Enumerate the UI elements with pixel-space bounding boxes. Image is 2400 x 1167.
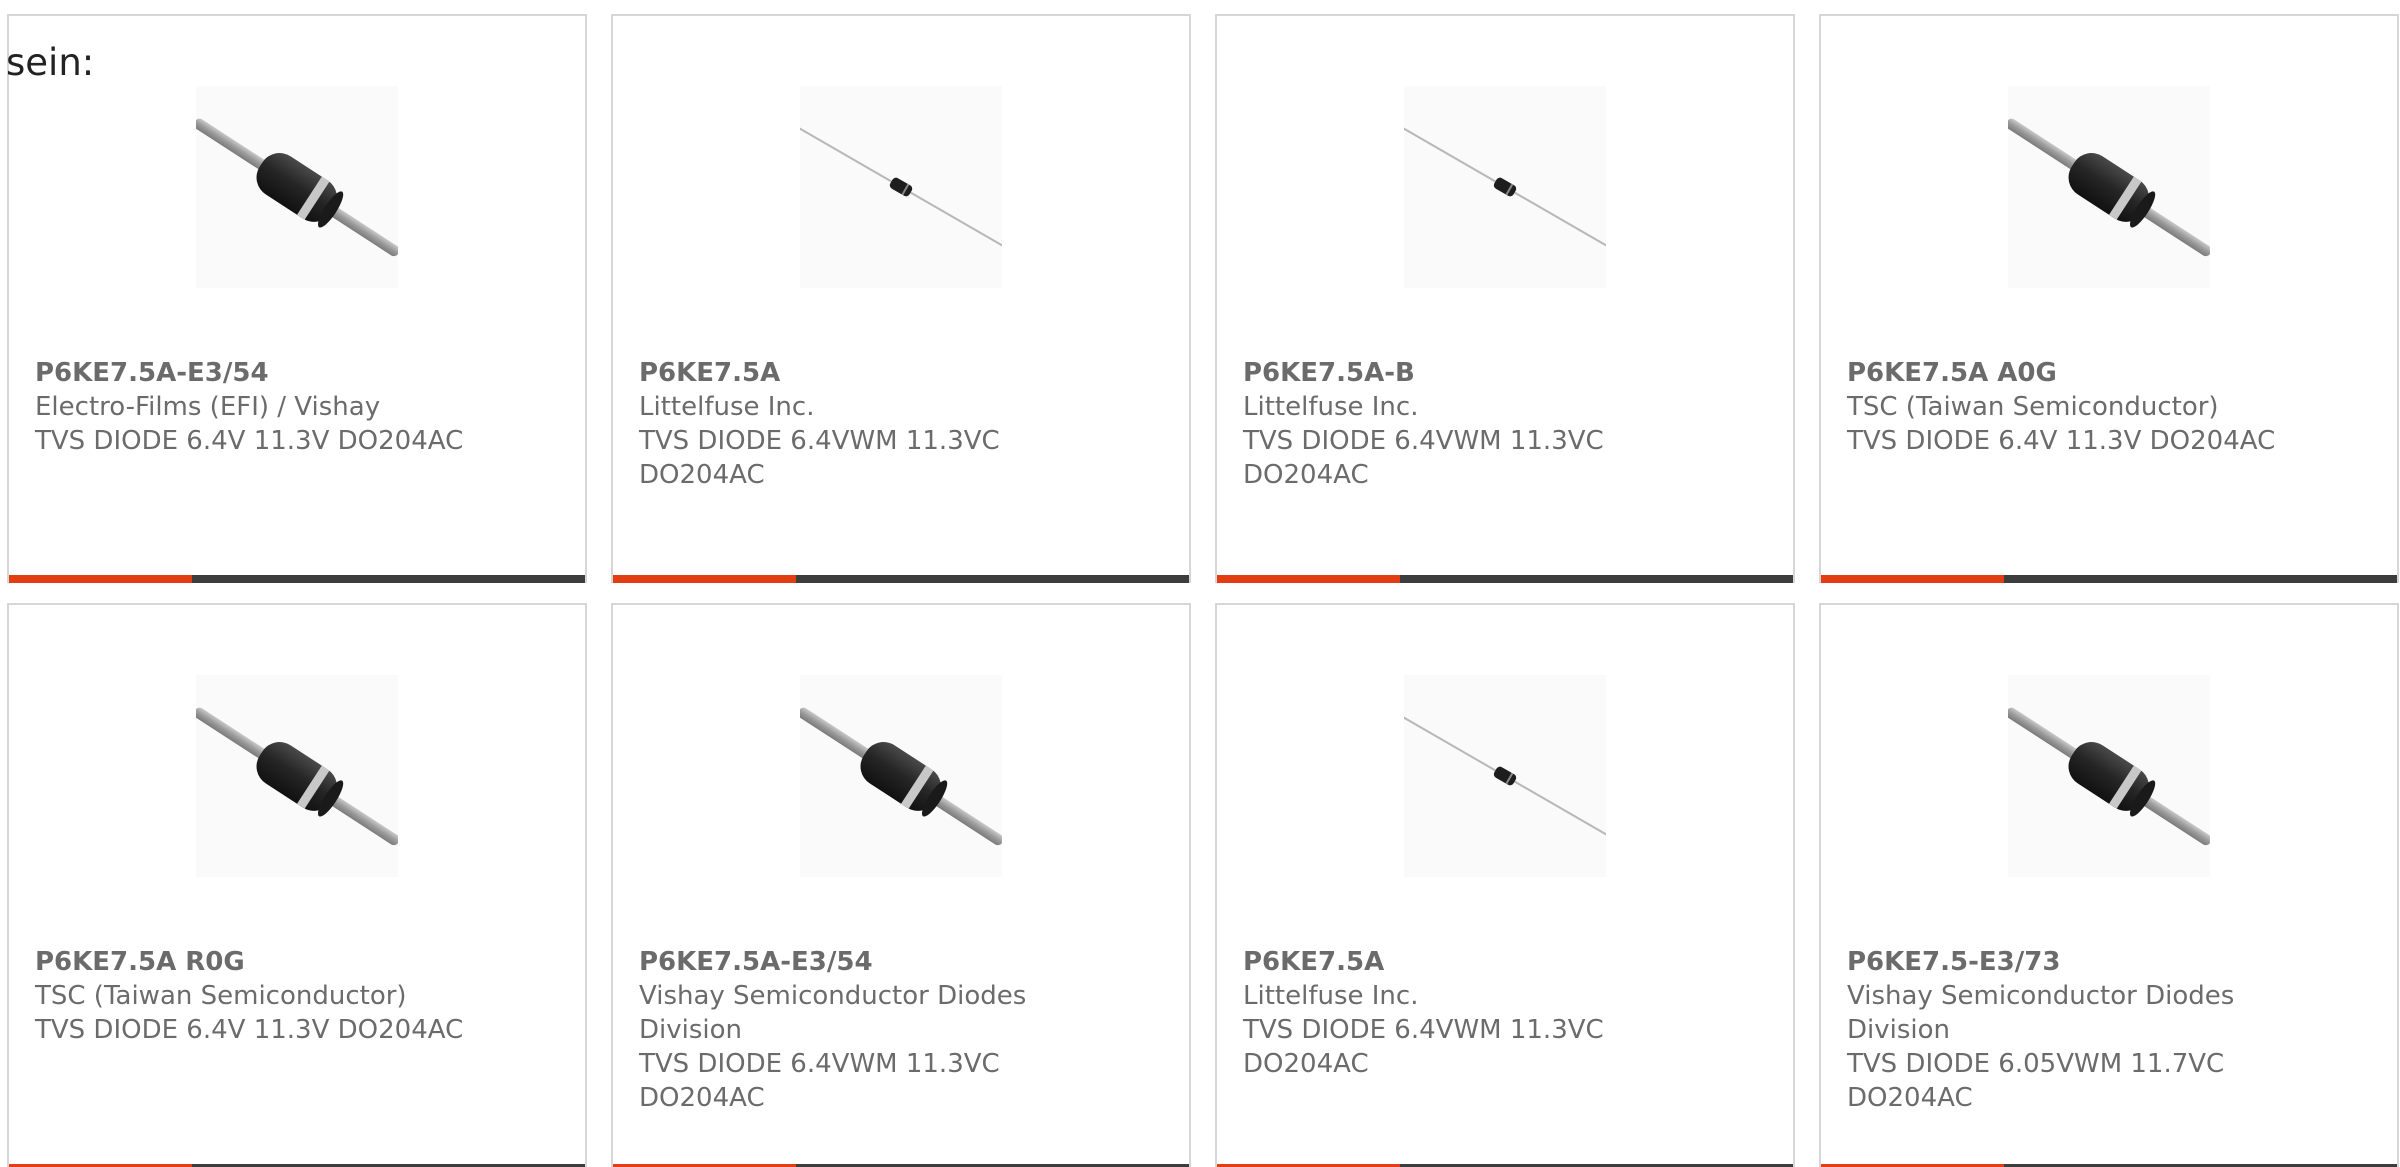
product-info: P6KE7.5A-B Littelfuse Inc. TVS DIODE 6.4… <box>1243 356 1673 492</box>
product-card[interactable]: P6KE7.5A A0G TSC (Taiwan Semiconductor) … <box>1819 14 2399 583</box>
card-bottom-bar <box>613 575 1189 583</box>
manufacturer-name: Littelfuse Inc. <box>1243 392 1419 422</box>
diode-large-image[interactable] <box>2008 86 2210 288</box>
diode-small-image[interactable] <box>800 86 1002 288</box>
product-description: TVS DIODE 6.05VWM 11.7VC DO204AC <box>1847 1049 2225 1113</box>
product-info: P6KE7.5A A0G TSC (Taiwan Semiconductor) … <box>1847 356 2277 458</box>
product-info: P6KE7.5-E3/73 Vishay Semiconductor Diode… <box>1847 945 2277 1115</box>
product-card[interactable]: P6KE7.5A Littelfuse Inc. TVS DIODE 6.4VW… <box>1215 603 1795 1167</box>
diode-large-image[interactable] <box>2008 675 2210 877</box>
card-bottom-bar <box>1217 575 1793 583</box>
product-description: TVS DIODE 6.4VWM 11.3VC DO204AC <box>1243 426 1604 490</box>
manufacturer-name: TSC (Taiwan Semiconductor) <box>35 981 407 1011</box>
card-accent-bar <box>1821 575 2004 583</box>
diode-large-image[interactable] <box>196 86 398 288</box>
part-number[interactable]: P6KE7.5A <box>1243 945 1673 979</box>
part-number[interactable]: P6KE7.5A-B <box>1243 356 1673 390</box>
card-bottom-bar <box>1821 575 2397 583</box>
product-card[interactable]: P6KE7.5A R0G TSC (Taiwan Semiconductor) … <box>7 603 587 1167</box>
product-info: P6KE7.5A Littelfuse Inc. TVS DIODE 6.4VW… <box>639 356 1069 492</box>
part-number[interactable]: P6KE7.5A R0G <box>35 945 465 979</box>
product-description: TVS DIODE 6.4V 11.3V DO204AC <box>1847 426 2276 456</box>
card-bottom-bar <box>9 575 585 583</box>
manufacturer-name: TSC (Taiwan Semiconductor) <box>1847 392 2219 422</box>
product-results-page: sein: P6KE7.5A-E3/54 Electro-Films (EFI)… <box>0 0 2400 1167</box>
intro-text: sein: <box>6 41 95 84</box>
manufacturer-name: Littelfuse Inc. <box>1243 981 1419 1011</box>
product-info: P6KE7.5A-E3/54 Electro-Films (EFI) / Vis… <box>35 356 465 458</box>
part-number[interactable]: P6KE7.5A A0G <box>1847 356 2277 390</box>
product-card[interactable]: P6KE7.5A-E3/54 Electro-Films (EFI) / Vis… <box>7 14 587 583</box>
diode-small-image[interactable] <box>1404 675 1606 877</box>
product-info: P6KE7.5A-E3/54 Vishay Semiconductor Diod… <box>639 945 1069 1115</box>
manufacturer-name: Littelfuse Inc. <box>639 392 815 422</box>
product-card[interactable]: P6KE7.5A-B Littelfuse Inc. TVS DIODE 6.4… <box>1215 14 1795 583</box>
part-number[interactable]: P6KE7.5A-E3/54 <box>639 945 1069 979</box>
part-number[interactable]: P6KE7.5A-E3/54 <box>35 356 465 390</box>
product-description: TVS DIODE 6.4V 11.3V DO204AC <box>35 426 464 456</box>
card-accent-bar <box>613 575 796 583</box>
product-description: TVS DIODE 6.4VWM 11.3VC DO204AC <box>1243 1015 1604 1079</box>
part-number[interactable]: P6KE7.5A <box>639 356 1069 390</box>
product-card[interactable]: P6KE7.5-E3/73 Vishay Semiconductor Diode… <box>1819 603 2399 1167</box>
product-info: P6KE7.5A R0G TSC (Taiwan Semiconductor) … <box>35 945 465 1047</box>
manufacturer-name: Vishay Semiconductor Diodes Division <box>639 981 1027 1045</box>
manufacturer-name: Electro-Films (EFI) / Vishay <box>35 392 381 422</box>
product-card[interactable]: P6KE7.5A-E3/54 Vishay Semiconductor Diod… <box>611 603 1191 1167</box>
product-description: TVS DIODE 6.4VWM 11.3VC DO204AC <box>639 1049 1000 1113</box>
part-number[interactable]: P6KE7.5-E3/73 <box>1847 945 2277 979</box>
product-info: P6KE7.5A Littelfuse Inc. TVS DIODE 6.4VW… <box>1243 945 1673 1081</box>
card-accent-bar <box>1217 575 1400 583</box>
product-grid: P6KE7.5A-E3/54 Electro-Films (EFI) / Vis… <box>7 14 2399 1167</box>
manufacturer-name: Vishay Semiconductor Diodes Division <box>1847 981 2235 1045</box>
product-description: TVS DIODE 6.4VWM 11.3VC DO204AC <box>639 426 1000 490</box>
diode-large-image[interactable] <box>196 675 398 877</box>
product-card[interactable]: P6KE7.5A Littelfuse Inc. TVS DIODE 6.4VW… <box>611 14 1191 583</box>
card-accent-bar <box>9 575 192 583</box>
diode-large-image[interactable] <box>800 675 1002 877</box>
diode-small-image[interactable] <box>1404 86 1606 288</box>
product-description: TVS DIODE 6.4V 11.3V DO204AC <box>35 1015 464 1045</box>
